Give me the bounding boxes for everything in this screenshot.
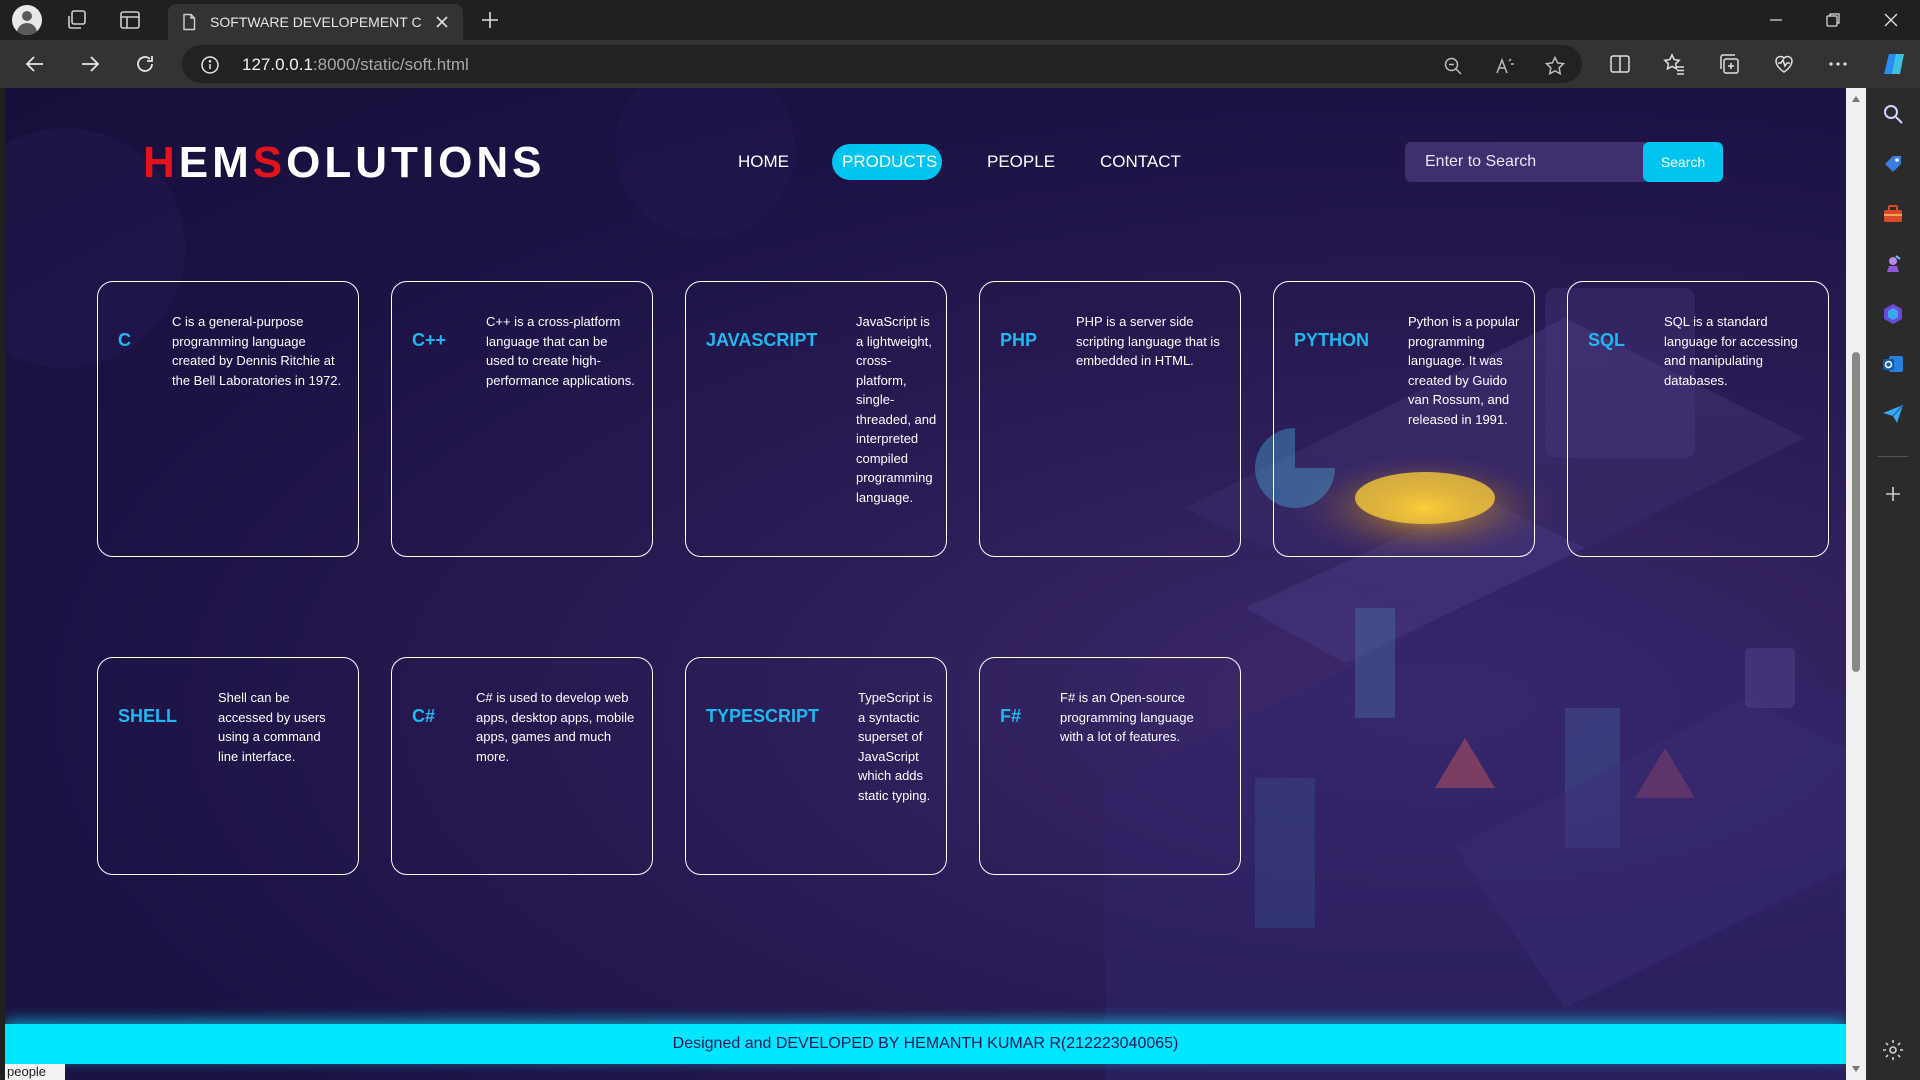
search-input[interactable]: Enter to Search <box>1405 142 1645 182</box>
background-illustration <box>5 88 1846 1080</box>
close-icon[interactable] <box>432 12 452 32</box>
tools-icon[interactable] <box>1881 202 1905 226</box>
profile-icon[interactable] <box>12 5 42 35</box>
card-cpp[interactable]: C++ C++ is a cross-platform language tha… <box>391 281 653 557</box>
logo-letters-em: EM <box>178 138 253 187</box>
nav-products[interactable]: PRODUCTS <box>832 144 942 180</box>
logo-letter-h: H <box>143 138 179 187</box>
plus-icon[interactable] <box>478 8 502 32</box>
card-csharp[interactable]: C# C# is used to develop web apps, deskt… <box>391 657 653 875</box>
card-sql[interactable]: SQL SQL is a standard language for acces… <box>1567 281 1829 557</box>
nav-people[interactable]: PEOPLE <box>977 144 1065 180</box>
url-text: 127.0.0.1:8000/static/soft.html <box>242 55 469 75</box>
sidebar-divider <box>1878 456 1908 457</box>
read-aloud-icon[interactable] <box>1494 55 1516 77</box>
close-window-icon[interactable] <box>1877 6 1905 34</box>
zoom-icon[interactable] <box>1442 55 1464 77</box>
card-description: C++ is a cross-platform language that ca… <box>486 314 635 388</box>
shopping-icon[interactable] <box>1881 152 1905 176</box>
favorites-icon[interactable] <box>1662 52 1686 76</box>
footer-text: Designed and DEVELOPED BY HEMANTH KUMAR … <box>672 1035 1179 1052</box>
card-shell[interactable]: SHELL Shell can be accessed by users usi… <box>97 657 359 875</box>
search-button[interactable]: Search <box>1643 142 1723 182</box>
search-icon[interactable] <box>1881 102 1905 126</box>
browser-tab-bar: SOFTWARE DEVELOPEMENT CO <box>0 0 1920 40</box>
star-icon[interactable] <box>1544 55 1566 77</box>
microsoft365-icon[interactable] <box>1881 302 1905 326</box>
url-path: :8000/static/soft.html <box>312 55 469 74</box>
forward-icon[interactable] <box>77 51 103 77</box>
collections-icon[interactable] <box>1717 52 1741 76</box>
site-footer: Designed and DEVELOPED BY HEMANTH KUMAR … <box>5 1024 1846 1064</box>
card-title: PYTHON <box>1294 330 1370 350</box>
card-description: Shell can be accessed by users using a c… <box>218 690 326 764</box>
minimize-icon[interactable] <box>1762 6 1790 34</box>
card-title: C++ <box>412 330 447 350</box>
logo-letter-s: S <box>252 138 287 187</box>
refresh-icon[interactable] <box>132 51 158 77</box>
scroll-thumb[interactable] <box>1852 352 1860 672</box>
page-viewport: HEMSOLUTIONS HOME PRODUCTS PEOPLE CONTAC… <box>5 88 1846 1080</box>
copilot-icon[interactable] <box>1880 50 1908 78</box>
card-title: TYPESCRIPT <box>706 706 820 726</box>
card-description: PHP is a server side scripting language … <box>1076 314 1220 368</box>
card-description: JavaScript is a lightweight, cross-platf… <box>856 314 937 505</box>
card-description: F# is an Open-source programming languag… <box>1060 690 1194 744</box>
browser-essentials-icon[interactable] <box>1772 52 1796 76</box>
card-description: C# is used to develop web apps, desktop … <box>476 690 635 764</box>
card-description: SQL is a standard language for accessing… <box>1664 314 1798 388</box>
settings-icon[interactable] <box>1881 1038 1905 1062</box>
card-typescript[interactable]: TYPESCRIPT TypeScript is a syntactic sup… <box>685 657 947 875</box>
scroll-down-icon[interactable] <box>1851 1064 1861 1074</box>
card-title: F# <box>1000 706 1022 726</box>
restore-icon[interactable] <box>1819 6 1847 34</box>
card-title: C# <box>412 706 436 726</box>
games-icon[interactable] <box>1881 252 1905 276</box>
card-description: TypeScript is a syntactic superset of Ja… <box>858 690 933 803</box>
page-scrollbar[interactable] <box>1846 88 1866 1080</box>
nav-contact[interactable]: CONTACT <box>1090 144 1191 180</box>
nav-home[interactable]: HOME <box>728 144 799 180</box>
tab-active[interactable]: SOFTWARE DEVELOPEMENT CO <box>168 4 463 40</box>
card-php[interactable]: PHP PHP is a server side scripting langu… <box>979 281 1241 557</box>
back-icon[interactable] <box>22 51 48 77</box>
card-title: SHELL <box>118 706 178 726</box>
card-description: Python is a popular programming language… <box>1408 314 1520 427</box>
split-screen-icon[interactable] <box>1608 52 1632 76</box>
plus-icon[interactable] <box>1881 482 1905 506</box>
card-title: SQL <box>1588 330 1626 350</box>
card-description: C is a general-purpose programming langu… <box>172 314 342 388</box>
url-host: 127.0.0.1 <box>242 55 313 74</box>
address-bar[interactable]: 127.0.0.1:8000/static/soft.html <box>182 45 1582 83</box>
site-logo[interactable]: HEMSOLUTIONS <box>143 138 545 188</box>
card-c[interactable]: C C is a general-purpose programming lan… <box>97 281 359 557</box>
scroll-up-icon[interactable] <box>1851 94 1861 104</box>
card-python[interactable]: PYTHON Python is a popular programming l… <box>1273 281 1535 557</box>
tab-title: SOFTWARE DEVELOPEMENT CO <box>210 14 422 30</box>
card-javascript[interactable]: JAVASCRIPT JavaScript is a lightweight, … <box>685 281 947 557</box>
card-fsharp[interactable]: F# F# is an Open-source programming lang… <box>979 657 1241 875</box>
card-title: JAVASCRIPT <box>706 330 818 350</box>
outlook-icon[interactable] <box>1881 352 1905 376</box>
browser-toolbar: 127.0.0.1:8000/static/soft.html <box>0 40 1920 88</box>
more-icon[interactable] <box>1826 52 1850 76</box>
card-title: C <box>118 330 131 350</box>
send-icon[interactable] <box>1881 402 1905 426</box>
search-form: Enter to Search Search <box>1405 142 1723 182</box>
info-icon[interactable] <box>200 55 220 75</box>
card-title: PHP <box>1000 330 1038 350</box>
edge-sidebar <box>1866 88 1920 1080</box>
tab-actions-icon[interactable] <box>118 8 142 32</box>
logo-letters-olutions: OLUTIONS <box>286 138 546 187</box>
workspaces-icon[interactable] <box>65 8 89 32</box>
page-icon <box>183 13 196 31</box>
link-status-bar: people <box>5 1064 65 1080</box>
